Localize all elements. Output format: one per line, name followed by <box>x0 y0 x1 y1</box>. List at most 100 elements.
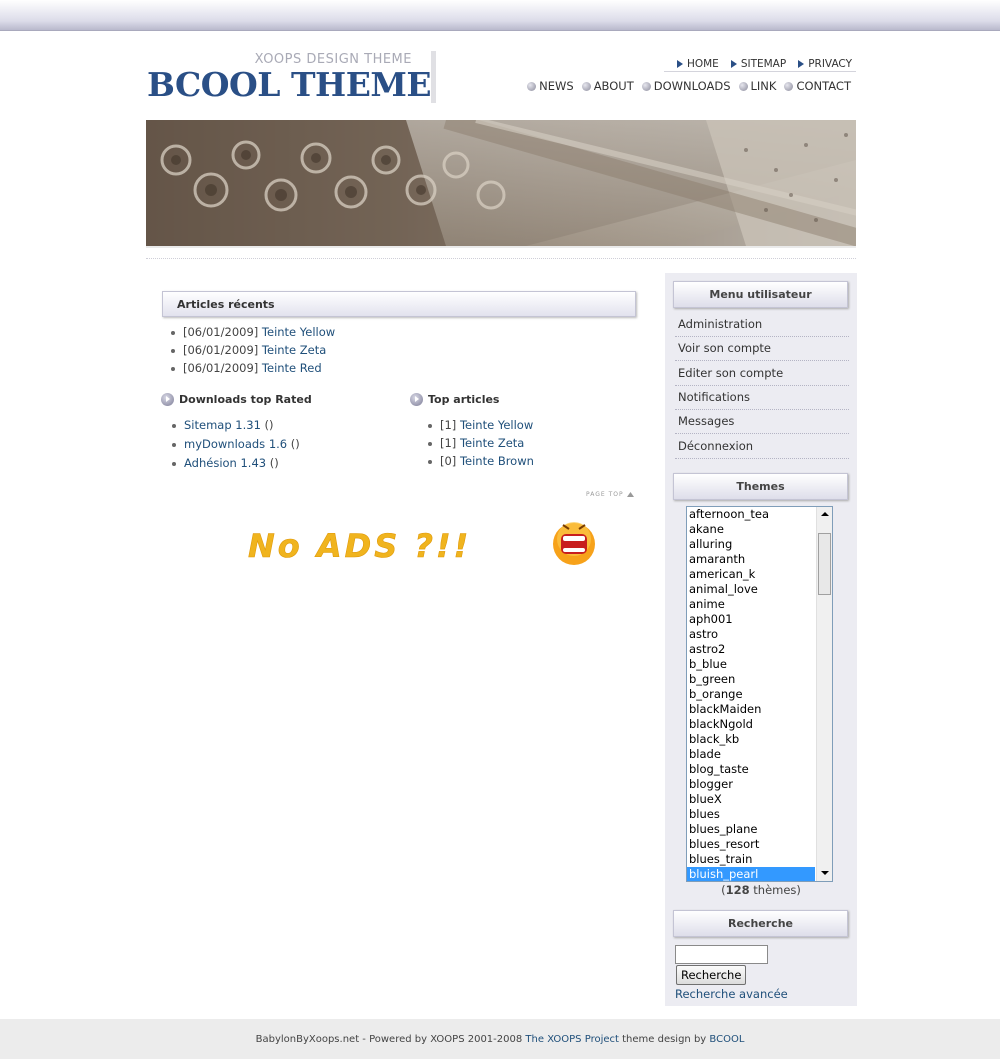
search-input[interactable] <box>675 945 768 964</box>
bullet-icon <box>581 81 591 91</box>
user-menu-title: Menu utilisateur <box>673 281 848 308</box>
theme-option[interactable]: b_blue <box>687 657 815 672</box>
article-count: [1] <box>440 436 457 450</box>
article-link[interactable]: Teinte Yellow <box>460 418 533 432</box>
theme-options: afternoon_tea akane alluring amaranth americ… <box>687 507 832 881</box>
nav-contact-label: CONTACT <box>796 79 851 93</box>
search-button[interactable]: Recherche <box>676 965 747 985</box>
nav-link-link[interactable]: LINK <box>738 78 777 94</box>
theme-option[interactable]: bluish_pearl <box>687 867 815 881</box>
list-item: [1] Teinte Zeta <box>426 434 534 452</box>
menu-item-messages[interactable]: Messages <box>675 410 849 434</box>
list-item: [06/01/2009] Teinte Red <box>169 359 335 377</box>
nav-news-link[interactable]: NEWS <box>527 78 574 94</box>
downloads-list: Sitemap 1.31 () myDownloads 1.6 () Adhés… <box>170 416 300 473</box>
bullet-icon <box>784 81 794 91</box>
nav-about-label: ABOUT <box>593 79 634 93</box>
banner-divider <box>146 258 856 259</box>
article-link[interactable]: Teinte Brown <box>460 454 534 468</box>
theme-option[interactable]: blog_taste <box>687 762 815 777</box>
article-link[interactable]: Teinte Red <box>262 361 322 375</box>
advanced-search-link[interactable]: Recherche avancée <box>675 987 788 1001</box>
theme-option[interactable]: animal_love <box>687 582 815 597</box>
top-navigation: HOME SITEMAP PRIVACY <box>664 57 856 72</box>
theme-option[interactable]: blues <box>687 807 815 822</box>
download-rating: () <box>260 418 274 432</box>
theme-option[interactable]: astro2 <box>687 642 815 657</box>
bullet-icon <box>738 81 748 91</box>
sidebar: Menu utilisateur Administration Voir son… <box>665 273 857 1006</box>
download-rating: () <box>287 437 300 451</box>
nav-sitemap-link[interactable]: SITEMAP <box>730 57 786 71</box>
menu-item-administration[interactable]: Administration <box>675 313 849 337</box>
theme-count-suffix: thèmes) <box>749 883 801 897</box>
bullet-icon <box>527 81 537 91</box>
top-articles-title: Top articles <box>428 393 500 406</box>
theme-list-scrollbar[interactable] <box>816 507 832 881</box>
site-logo[interactable]: XOOPS DESIGN THEME BCOOL THEME <box>146 51 436 104</box>
themes-title: Themes <box>673 473 848 500</box>
theme-option[interactable]: akane <box>687 522 815 537</box>
footer: BabylonByXoops.net - Powered by XOOPS 20… <box>0 1019 1000 1059</box>
theme-option[interactable]: american_k <box>687 567 815 582</box>
list-item: Adhésion 1.43 () <box>170 454 300 473</box>
menu-item-edit-account[interactable]: Editer son compte <box>675 362 849 386</box>
download-link[interactable]: myDownloads 1.6 <box>184 437 287 451</box>
play-circle-icon <box>161 393 174 406</box>
theme-option[interactable]: astro <box>687 627 815 642</box>
theme-option[interactable]: blues_resort <box>687 837 815 852</box>
header-banner-image <box>146 120 856 248</box>
theme-option[interactable]: blues_plane <box>687 822 815 837</box>
top-articles-heading: Top articles <box>410 393 499 406</box>
scroll-down-arrow-icon[interactable] <box>817 865 832 881</box>
download-rating: () <box>266 456 279 470</box>
theme-option[interactable]: afternoon_tea <box>687 507 815 522</box>
list-item: [1] Teinte Yellow <box>426 416 534 434</box>
page-top-link[interactable]: PAGE TOP <box>586 491 634 498</box>
theme-option[interactable]: blogger <box>687 777 815 792</box>
article-link[interactable]: Teinte Yellow <box>262 325 335 339</box>
downloads-title: Downloads top Rated <box>179 393 312 406</box>
theme-option[interactable]: b_green <box>687 672 815 687</box>
nav-downloads-label: DOWNLOADS <box>653 79 731 93</box>
download-link[interactable]: Adhésion 1.43 <box>184 456 266 470</box>
theme-option[interactable]: blackNgold <box>687 717 815 732</box>
theme-option[interactable]: blueX <box>687 792 815 807</box>
download-link[interactable]: Sitemap 1.31 <box>184 418 261 432</box>
scroll-up-arrow-icon[interactable] <box>817 507 832 523</box>
nav-about-link[interactable]: ABOUT <box>581 78 634 94</box>
bcool-link[interactable]: BCOOL <box>709 1034 744 1045</box>
arrow-right-icon <box>730 60 737 68</box>
theme-option[interactable]: blackMaiden <box>687 702 815 717</box>
theme-count-number: 128 <box>725 883 750 897</box>
nav-contact-link[interactable]: CONTACT <box>784 78 851 94</box>
top-bar <box>0 0 1000 31</box>
nav-home-link[interactable]: HOME <box>676 57 719 71</box>
theme-count: (128 thèmes) <box>665 883 857 897</box>
article-date: [06/01/2009] <box>183 325 259 339</box>
top-articles-list: [1] Teinte Yellow [1] Teinte Zeta [0] Te… <box>426 416 534 470</box>
search-title: Recherche <box>673 910 848 937</box>
nav-news-label: NEWS <box>539 79 574 93</box>
nav-privacy-link[interactable]: PRIVACY <box>798 57 852 71</box>
nav-downloads-link[interactable]: DOWNLOADS <box>641 78 731 94</box>
menu-item-view-account[interactable]: Voir son compte <box>675 337 849 361</box>
theme-option[interactable]: blade <box>687 747 815 762</box>
nav-link-label: LINK <box>750 79 777 93</box>
article-link[interactable]: Teinte Zeta <box>262 343 326 357</box>
theme-option[interactable]: black_kb <box>687 732 815 747</box>
menu-item-logout[interactable]: Déconnexion <box>675 435 849 459</box>
theme-option[interactable]: anime <box>687 597 815 612</box>
theme-option[interactable]: aph001 <box>687 612 815 627</box>
arrow-up-icon <box>626 492 634 497</box>
no-ads-banner: No ADS ?!! <box>246 517 606 576</box>
theme-option[interactable]: b_orange <box>687 687 815 702</box>
article-link[interactable]: Teinte Zeta <box>460 436 524 450</box>
scroll-thumb[interactable] <box>818 533 831 595</box>
theme-option[interactable]: blues_train <box>687 852 815 867</box>
menu-item-notifications[interactable]: Notifications <box>675 386 849 410</box>
xoops-project-link[interactable]: The XOOPS Project <box>525 1034 619 1045</box>
theme-option[interactable]: amaranth <box>687 552 815 567</box>
theme-select-list[interactable]: afternoon_tea akane alluring amaranth americ… <box>686 506 833 882</box>
theme-option[interactable]: alluring <box>687 537 815 552</box>
